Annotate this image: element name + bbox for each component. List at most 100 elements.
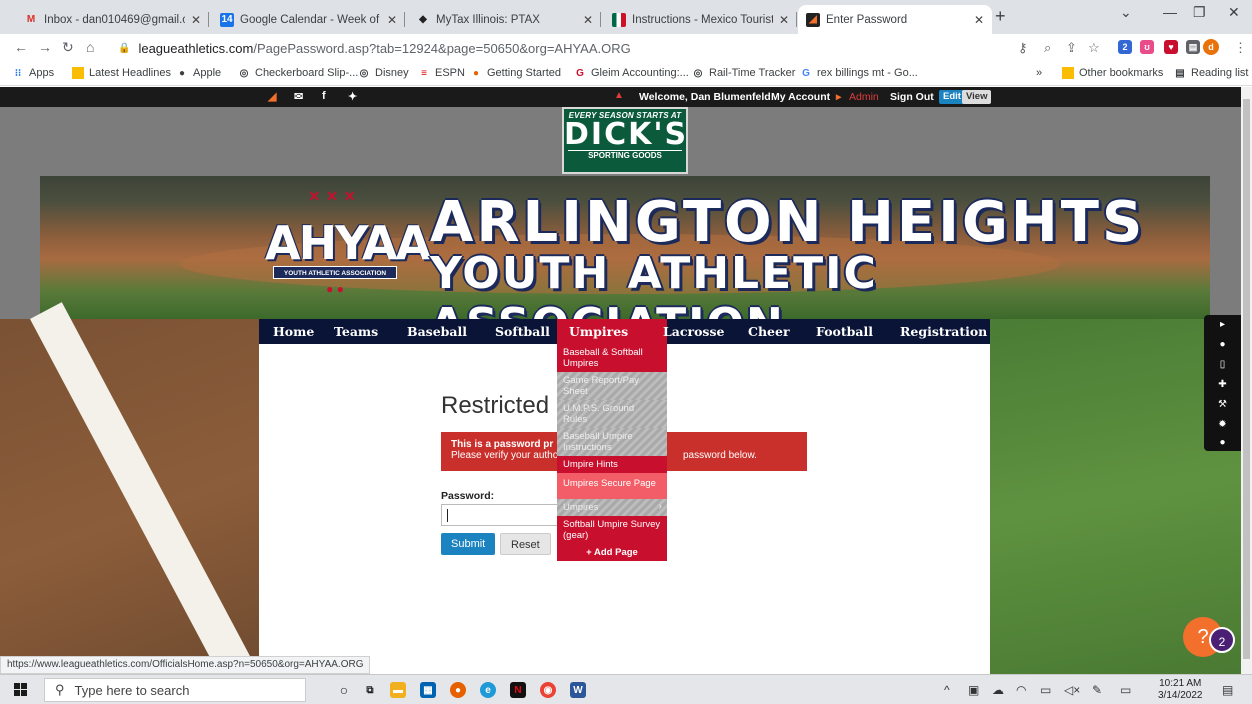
bookmark-gleim[interactable]: G Gleim Accounting:... [574, 67, 689, 79]
submit-button[interactable]: Submit [441, 533, 496, 555]
chrome-icon[interactable]: ◉ [540, 682, 556, 698]
menu-dots-icon[interactable]: ⋮ [1234, 40, 1247, 56]
nav-cheer[interactable]: Cheer [748, 319, 790, 344]
reset-button[interactable]: Reset [500, 533, 551, 555]
twitter-icon[interactable]: ✦ [348, 90, 357, 103]
close-icon[interactable]: ✕ [779, 13, 789, 27]
restore-icon[interactable]: ❐ [1193, 4, 1206, 21]
more-bookmarks-button[interactable]: » [1036, 67, 1042, 79]
task-view-icon[interactable]: ⧉ [362, 682, 378, 698]
edge-icon[interactable]: e [480, 682, 496, 698]
nav-baseball[interactable]: Baseball [407, 319, 467, 344]
bookmark-apps[interactable]: ⁝⁝ Apps [12, 67, 54, 79]
netflix-icon[interactable]: N [510, 682, 526, 698]
home-icon[interactable]: ⌂ [86, 39, 94, 55]
scrollbar-thumb[interactable] [1243, 99, 1250, 659]
close-icon[interactable]: ✕ [583, 13, 593, 27]
nav-registration[interactable]: Registration [900, 319, 987, 344]
leagueathletics-logo-icon[interactable]: ◢ [268, 90, 276, 103]
forward-icon[interactable]: → [38, 39, 52, 55]
profile-avatar[interactable]: d [1203, 39, 1219, 55]
address-bar[interactable]: 🔒 leagueathletics.com/PagePassword.asp?t… [118, 37, 1008, 59]
share-icon[interactable]: ⇪ [1066, 40, 1077, 56]
back-icon[interactable]: ← [14, 39, 28, 55]
notifications-icon[interactable]: ▤ [1222, 683, 1233, 697]
menu-item-umpire-hints[interactable]: Umpire Hints [557, 456, 667, 473]
new-tab-button[interactable]: + [995, 6, 1006, 27]
tray-overflow-icon[interactable]: ^ [944, 683, 950, 697]
nav-umpires[interactable]: Umpires [557, 319, 667, 344]
collapse-arrow-icon[interactable]: ▸ [1204, 319, 1241, 330]
drop-icon[interactable]: ● [1204, 339, 1241, 350]
page-scrollbar[interactable] [1241, 87, 1252, 674]
add-page-button[interactable]: + Add Page [557, 544, 667, 561]
facebook-icon[interactable]: f [322, 90, 326, 102]
bookmark-espn[interactable]: ≡ ESPN [418, 67, 465, 79]
bookmark-star-icon[interactable]: ☆ [1088, 40, 1100, 56]
page-icon[interactable]: ▯ [1204, 359, 1241, 370]
menu-item-baseball-softball-umpires[interactable]: Baseball & Softball Umpires [557, 344, 667, 372]
nav-teams[interactable]: Teams [334, 319, 378, 344]
tab-enter-password[interactable]: ◢ Enter Password ✕ [798, 5, 992, 34]
nav-home[interactable]: Home [273, 319, 314, 344]
mail-icon[interactable]: ✉ [294, 90, 303, 103]
firefox-icon[interactable]: ● [450, 682, 466, 698]
warning-icon[interactable]: ▲ [614, 90, 624, 101]
zoom-icon[interactable]: ⌕ [1044, 40, 1051, 56]
file-explorer-icon[interactable]: ▬ [390, 682, 406, 698]
wrench-icon[interactable]: ⚒ [1204, 399, 1241, 410]
reload-icon[interactable]: ↻ [62, 39, 74, 56]
menu-item-umpire-instructions[interactable]: Baseball Umpire Instructions [557, 428, 667, 456]
bookmark-disney[interactable]: ◎ Disney [358, 67, 409, 79]
word-icon[interactable]: W [570, 682, 586, 698]
bookmark-rex-billings[interactable]: Grex billings mt - Go... [800, 67, 918, 79]
battery-icon[interactable]: ▭ [1040, 683, 1051, 697]
tab-gmail[interactable]: M Inbox - dan010469@gmail.com ✕ [16, 5, 209, 34]
tab-mexico[interactable]: Instructions - Mexico Tourist Car ✕ [604, 5, 797, 34]
minimize-icon[interactable]: — [1163, 4, 1177, 20]
menu-item-umpires[interactable]: Umpires › [557, 499, 667, 516]
plus-icon[interactable]: ✚ [1204, 379, 1241, 390]
close-icon[interactable]: ✕ [974, 13, 984, 27]
gear-icon[interactable]: ✹ [1204, 419, 1241, 430]
nav-football[interactable]: Football [816, 319, 873, 344]
windows-start-icon[interactable] [14, 683, 28, 697]
keyboard-icon[interactable]: ▭ [1120, 683, 1131, 697]
menu-item-game-report[interactable]: Game Report/Pay Sheet [557, 372, 667, 400]
admin-link[interactable]: Admin [849, 91, 879, 103]
extension-icon[interactable]: 2 [1118, 40, 1132, 54]
cloud-icon[interactable]: ☁ [992, 683, 1004, 697]
sponsor-logo[interactable]: EVERY SEASON STARTS AT DICK'S SPORTING G… [562, 107, 688, 174]
chat-icon[interactable]: ● [1204, 437, 1241, 448]
store-icon[interactable]: ▦ [420, 682, 436, 698]
nav-lacrosse[interactable]: Lacrosse [663, 319, 724, 344]
menu-item-ground-rules[interactable]: U.M.P.S. Ground Rules [557, 400, 667, 428]
menu-item-softball-survey[interactable]: Softball Umpire Survey (gear) [557, 516, 667, 544]
close-icon[interactable]: ✕ [387, 13, 397, 27]
close-icon[interactable]: ✕ [191, 13, 201, 27]
password-input[interactable] [441, 504, 566, 526]
other-bookmarks[interactable]: Other bookmarks [1062, 67, 1163, 79]
sign-out-link[interactable]: Sign Out [890, 91, 934, 103]
tab-calendar[interactable]: 14 Google Calendar - Week of Marc ✕ [212, 5, 405, 34]
my-account-link[interactable]: My Account [771, 91, 830, 103]
menu-item-umpires-secure-page[interactable]: Umpires Secure Page [557, 473, 667, 499]
volume-muted-icon[interactable]: ◁× [1064, 683, 1080, 697]
tab-mytax[interactable]: ◆ MyTax Illinois: PTAX ✕ [408, 5, 601, 34]
key-icon[interactable]: ⚷ [1018, 40, 1028, 56]
bookmark-rail-time[interactable]: ◎ Rail-Time Tracker [692, 67, 796, 79]
taskbar-clock[interactable]: 10:21 AM 3/14/2022 [1158, 678, 1203, 702]
wifi-icon[interactable]: ◠ [1016, 683, 1026, 697]
bookmark-checkerboard[interactable]: ◎ Checkerboard Slip-... [238, 67, 359, 79]
pen-icon[interactable]: ✎ [1092, 683, 1102, 697]
bookmark-getting-started[interactable]: ● Getting Started [470, 67, 561, 79]
tab-search-icon[interactable]: ⌄ [1120, 4, 1132, 21]
bookmark-latest-headlines[interactable]: Latest Headlines [72, 67, 171, 79]
lock-icon[interactable]: 🔒 [118, 43, 130, 54]
view-mode-button[interactable]: View [962, 90, 992, 104]
window-close-icon[interactable]: ✕ [1228, 4, 1240, 21]
extension-icon[interactable]: ʊ [1140, 40, 1154, 54]
extension-icon[interactable]: ♥ [1164, 40, 1178, 54]
extension-icon[interactable]: ▤ [1186, 40, 1200, 54]
tray-app-icon[interactable]: ▣ [968, 683, 979, 697]
